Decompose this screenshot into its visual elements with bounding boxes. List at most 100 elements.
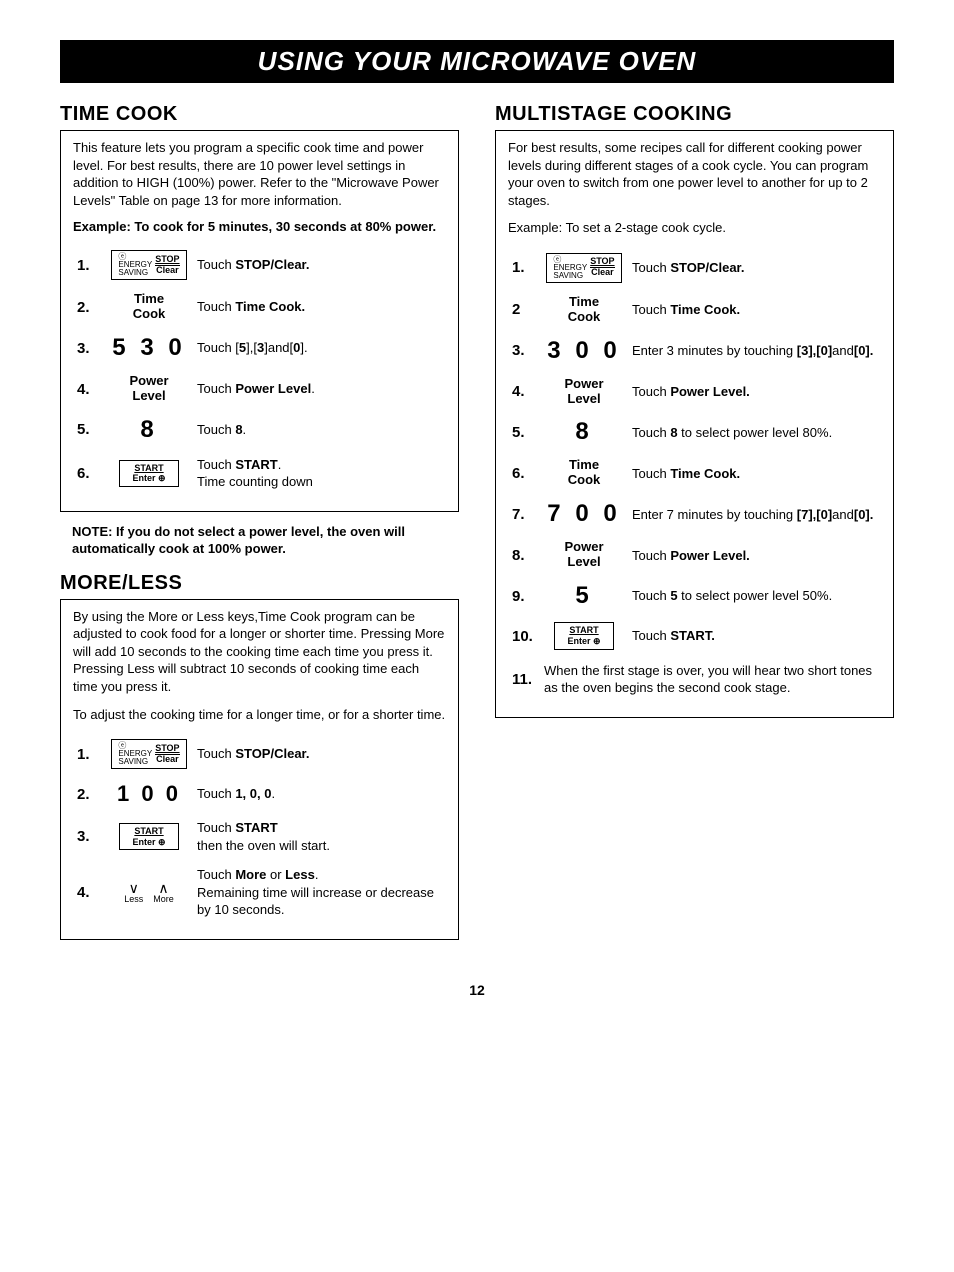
step-number: 4. [508,371,540,413]
step-row: 3. 5 3 0 Touch [5],[3]and[0]. [73,328,446,368]
step-number: 10. [508,616,540,656]
step-description: Touch Time Cook. [628,289,881,331]
step-row: 8.PowerLevelTouch Power Level. [508,534,881,576]
step-number: 2 [508,289,540,331]
step-number: 5. [508,412,540,452]
multistage-example: Example: To set a 2-stage cook cycle. [508,219,881,237]
step-row: 6. TimeCook Touch Time Cook. [508,452,881,494]
moreless-sub: To adjust the cooking time for a longer … [73,706,446,724]
timecook-steps: 1.ⓔENERGYSAVINGSTOPClearTouch STOP/Clear… [73,244,446,497]
step-number: 3. [73,813,105,860]
step-row: 1.ⓔENERGYSAVINGSTOPClearTouch STOP/Clear… [508,247,881,289]
step-number: 9. [508,576,540,616]
timecook-intro: This feature lets you program a specific… [73,139,446,209]
step-row: 2. 1 0 0 Touch 1, 0, 0. [73,775,446,813]
step-icon-cell: PowerLevel [540,371,628,413]
content-columns: TIME COOK This feature lets you program … [60,103,894,952]
step-row: 3.3 0 0Enter 3 minutes by touching [3],[… [508,331,881,371]
time-cook-label-icon: TimeCook [568,457,601,487]
moreless-box: By using the More or Less keys,Time Cook… [60,599,459,940]
time-cook-label-icon: TimeCook [568,294,601,324]
step-icon-cell: ⓔENERGYSAVINGSTOPClear [540,247,628,289]
step-row: 9.5Touch 5 to select power level 50%. [508,576,881,616]
step-number: 2. [73,775,105,813]
multistage-box: For best results, some recipes call for … [495,130,894,718]
stop-clear-button-icon: ⓔENERGYSAVINGSTOPClear [111,250,186,280]
step-icon-cell: 7 0 0 [540,494,628,534]
digits-530: 5 3 0 [112,334,185,361]
step-description: Touch [5],[3]and[0]. [193,328,446,368]
step-description: Touch START. [628,616,881,656]
time-cook-label-icon: TimeCook [133,291,166,321]
step-number: 4. [73,368,105,410]
step-icon-cell: 5 [540,576,628,616]
step-row: 4.∨Less∧MoreTouch More or Less.Remaining… [73,860,446,925]
step-row: 2. TimeCook Touch Time Cook. [73,286,446,328]
stop-clear-button-icon: ⓔENERGYSAVINGSTOPClear [111,739,186,769]
step-description: Touch Power Level. [628,534,881,576]
step-description: Touch Power Level. [193,368,446,410]
multistage-steps: 1.ⓔENERGYSAVINGSTOPClearTouch STOP/Clear… [508,247,881,656]
step-row: 3.STARTEnter ⊕Touch STARTthen the oven w… [73,813,446,860]
step-row: 1.ⓔENERGYSAVINGSTOPClearTouch STOP/Clear… [73,733,446,775]
step-icon-cell: 3 0 0 [540,331,628,371]
step-number: 11. [508,656,540,703]
step-row: 10.STARTEnter ⊕Touch START. [508,616,881,656]
step-icon-cell: TimeCook [105,286,193,328]
step-icon-cell: ⓔENERGYSAVINGSTOPClear [105,733,193,775]
step-number: 6. [508,452,540,494]
step-number: 5. [73,410,105,450]
power-level-label-icon: PowerLevel [129,373,168,403]
multistage-final-row: 11. When the first stage is over, you wi… [508,656,881,703]
step-icon-cell: ⓔENERGYSAVINGSTOPClear [105,244,193,286]
timecook-title: TIME COOK [60,103,459,126]
step-description: Enter 3 minutes by touching [3],[0]and[0… [628,331,881,371]
left-column: TIME COOK This feature lets you program … [60,103,459,952]
step-description: Touch STARTthen the oven will start. [193,813,446,860]
multistage-final: When the first stage is over, you will h… [540,656,881,703]
step-row: 7.7 0 0Enter 7 minutes by touching [7],[… [508,494,881,534]
step-description: Touch 5 to select power level 50%. [628,576,881,616]
step-description: Touch 8 to select power level 80%. [628,412,881,452]
banner-title: USING YOUR MICROWAVE OVEN [60,46,894,77]
step-number: 1. [73,244,105,286]
moreless-title: MORE/LESS [60,572,459,595]
step-description: Touch STOP/Clear. [193,733,446,775]
step-row: 4. PowerLevel Touch Power Level. [508,371,881,413]
step-number: 6. [73,450,105,497]
step-row: 6.STARTEnter ⊕Touch START.Time counting … [73,450,446,497]
digit-8: 8 [140,416,157,443]
step-icon-cell: PowerLevel [105,368,193,410]
step-row: 4. PowerLevel Touch Power Level. [73,368,446,410]
step-description: Touch 1, 0, 0. [193,775,446,813]
step-number: 1. [508,247,540,289]
step-icon-cell: STARTEnter ⊕ [105,450,193,497]
step-number: 2. [73,286,105,328]
step-number: 3. [73,328,105,368]
step-description: Touch Time Cook. [628,452,881,494]
step-number: 1. [73,733,105,775]
step-icon-cell: TimeCook [540,452,628,494]
step-row: 5.8Touch 8 to select power level 80%. [508,412,881,452]
multistage-title: MULTISTAGE COOKING [495,103,894,126]
digits-300: 3 0 0 [547,337,620,364]
multistage-intro: For best results, some recipes call for … [508,139,881,209]
step-description: Touch Time Cook. [193,286,446,328]
digits-100: 1 0 0 [117,781,181,806]
step-icon-cell: 5 3 0 [105,328,193,368]
step-description: Touch STOP/Clear. [193,244,446,286]
moreless-steps: 1.ⓔENERGYSAVINGSTOPClearTouch STOP/Clear… [73,733,446,925]
power-level-label-icon: PowerLevel [564,376,603,406]
step-icon-cell: 8 [540,412,628,452]
power-level-label-icon: PowerLevel [564,539,603,569]
step-row: 5.8Touch 8. [73,410,446,450]
step-description: Enter 7 minutes by touching [7],[0]and[0… [628,494,881,534]
step-icon-cell: 8 [105,410,193,450]
step-description: Touch Power Level. [628,371,881,413]
step-description: Touch More or Less.Remaining time will i… [193,860,446,925]
step-row: 1.ⓔENERGYSAVINGSTOPClearTouch STOP/Clear… [73,244,446,286]
step-number: 7. [508,494,540,534]
step-icon-cell: TimeCook [540,289,628,331]
step-number: 4. [73,860,105,925]
step-icon-cell: 1 0 0 [105,775,193,813]
